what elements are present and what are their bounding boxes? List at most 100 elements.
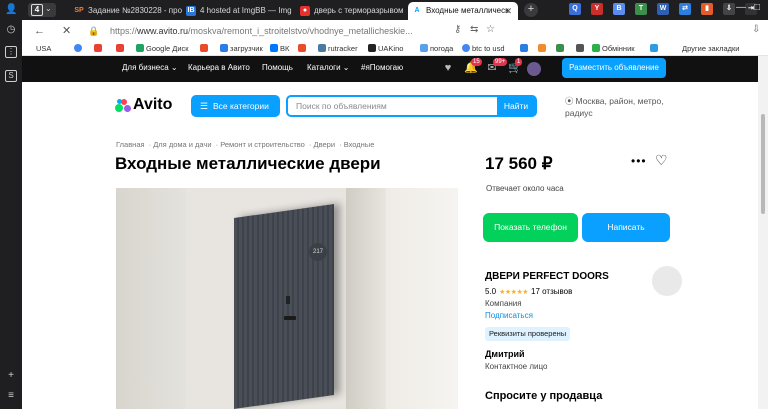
tab-avito-active[interactable]: A Входные металлическ ✕	[408, 2, 518, 20]
seller-name[interactable]: ДВЕРИ PERFECT DOORS	[485, 271, 609, 282]
subscribe-link[interactable]: Подписаться	[485, 311, 533, 320]
nav-link-catalogs[interactable]: Каталоги ⌄	[307, 63, 350, 72]
drive-icon	[136, 44, 144, 52]
page-title: Входные металлические двери	[115, 154, 381, 173]
extension-icon[interactable]: B	[613, 3, 625, 15]
seller-avatar[interactable]	[652, 266, 682, 296]
bookmark-7[interactable]	[298, 43, 308, 55]
apps-icon[interactable]: ⋮	[5, 46, 17, 58]
notifications-icon[interactable]: 🔔 15	[464, 58, 482, 74]
bookmark-3[interactable]	[116, 43, 126, 55]
nav-link-business[interactable]: Для бизнеса ⌄	[122, 63, 178, 72]
bookmark-exchanger[interactable]: Обмінник	[592, 43, 635, 55]
breadcrumb-item[interactable]: Для дома и дачи	[153, 140, 211, 149]
sidebar-settings-icon[interactable]: ≡	[5, 390, 17, 402]
extension-icon[interactable]: W	[657, 3, 669, 15]
avito-logo-icon	[115, 99, 131, 113]
tab-counter[interactable]: 4 ⌄	[28, 3, 56, 17]
bookmark-btc[interactable]: btc to usd	[462, 43, 505, 55]
downloads-icon[interactable]: ⇩	[752, 24, 760, 35]
messages-icon[interactable]: ✉ 99+	[486, 58, 508, 74]
tab-door-search[interactable]: ● дверь с терморазрывом	[296, 2, 418, 20]
location-selector[interactable]: ⦿ Москва, район, метро, радиус	[565, 95, 675, 119]
extension-icon[interactable]: Q	[569, 3, 581, 15]
search-button[interactable]: Найти	[497, 97, 535, 115]
url-path: /moskva/remont_i_stroitelstvo/vhodnye_me…	[188, 26, 413, 36]
extension-icon[interactable]: T	[635, 3, 647, 15]
bookmark-vk[interactable]: ВК	[270, 43, 289, 55]
bookmark-13[interactable]	[538, 43, 548, 55]
bookmark-google-drive[interactable]: Google Диск	[136, 43, 189, 55]
bookmark-downloader[interactable]: загрузчик	[220, 43, 263, 55]
bookmark-15[interactable]	[576, 43, 586, 55]
bookmark-14[interactable]	[556, 43, 566, 55]
lock-icon[interactable]: 🔒	[88, 24, 99, 38]
write-message-button[interactable]: Написать	[582, 213, 670, 242]
bookmark-usa[interactable]: USA	[36, 43, 51, 55]
new-tab-button[interactable]: +	[524, 3, 538, 17]
sidebar-app-icon[interactable]: S	[5, 70, 17, 82]
stop-loading-icon[interactable]: ✕	[62, 24, 71, 38]
bookmark-12[interactable]	[520, 43, 530, 55]
breadcrumb-item[interactable]: Двери	[314, 140, 336, 149]
extension-icon[interactable]: ▮	[701, 3, 713, 15]
tab-strip: 4 ⌄ SP Задание №2830228 - про IB 4 hoste…	[22, 0, 768, 20]
listing-photo[interactable]: 217	[116, 188, 458, 409]
chevron-down-icon: ⌄	[45, 4, 52, 13]
translate-icon[interactable]: ⇆	[470, 24, 478, 35]
post-ad-button[interactable]: Разместить объявление	[562, 58, 666, 78]
nav-link-help-campaign[interactable]: #яПомогаю	[361, 63, 403, 72]
bookmark-label: UAKino	[378, 44, 404, 53]
bookmark-google[interactable]	[74, 43, 84, 55]
bookmark-icon[interactable]: ☆	[486, 24, 495, 35]
all-categories-button[interactable]: ☰ Все категории	[191, 95, 280, 117]
seller-rating[interactable]: 5.0 ★★★★★ 17 отзывов	[485, 287, 572, 296]
address-bar: ← ✕ 🔒 https://www.avito.ru/moskva/remont…	[22, 20, 768, 42]
bookmark-2[interactable]	[94, 43, 104, 55]
breadcrumb-item[interactable]: Входные	[344, 140, 375, 149]
bookmark-label: Обмінник	[602, 44, 635, 53]
extension-icon[interactable]: ⇄	[679, 3, 691, 15]
history-icon[interactable]: ◷	[5, 24, 17, 36]
bookmark-17[interactable]	[650, 43, 660, 55]
bookmark-5[interactable]	[200, 43, 210, 55]
scrollbar[interactable]	[758, 56, 768, 409]
reviews-link[interactable]: 17 отзывов	[531, 287, 572, 296]
avatar[interactable]	[527, 62, 541, 76]
logo-text: Avito	[133, 96, 173, 113]
url-field[interactable]: https://www.avito.ru/moskva/remont_i_str…	[110, 24, 413, 38]
search-input[interactable]	[288, 97, 500, 115]
extension-icon[interactable]: Y	[591, 3, 603, 15]
profile-icon[interactable]: 👤	[5, 4, 17, 16]
more-options-icon[interactable]: •••	[631, 154, 647, 168]
show-phone-button[interactable]: Показать телефон	[483, 213, 578, 242]
breadcrumb-item[interactable]: Главная	[116, 140, 145, 149]
site-icon	[200, 44, 208, 52]
minimize-icon[interactable]: —	[736, 2, 746, 13]
bookmark-weather[interactable]: погода	[420, 43, 453, 55]
breadcrumb-item[interactable]: Ремонт и строительство	[220, 140, 305, 149]
site-icon	[576, 44, 584, 52]
add-icon[interactable]: +	[5, 370, 17, 382]
bookmark-uakino[interactable]: UAKino	[368, 43, 403, 55]
bookmark-rutracker[interactable]: rutracker	[318, 43, 358, 55]
star-icons: ★★★★★	[499, 289, 529, 296]
tab-label: дверь с терморазрывом	[314, 6, 404, 15]
nav-link-career[interactable]: Карьера в Авито	[188, 63, 250, 72]
extension-icon[interactable]: ⇩	[723, 3, 735, 15]
location-label: Москва, район, метро, радиус	[565, 96, 664, 118]
bookmark-other[interactable]: Другие закладки	[682, 43, 739, 55]
tab-imgbb[interactable]: IB 4 hosted at ImgBB — Img	[182, 2, 306, 20]
cart-icon[interactable]: 🛒 1	[508, 58, 523, 74]
back-icon[interactable]: ←	[34, 24, 45, 38]
messages-badge: 99+	[493, 58, 508, 66]
scrollbar-thumb[interactable]	[761, 114, 765, 214]
nav-link-help[interactable]: Помощь	[262, 63, 293, 72]
favorite-heart-icon[interactable]: ♡	[655, 152, 668, 169]
favorites-icon[interactable]: ♥	[442, 62, 454, 74]
close-tab-icon[interactable]: ✕	[504, 2, 512, 20]
key-icon[interactable]: ⚷	[454, 24, 461, 35]
maximize-icon[interactable]: □	[754, 2, 760, 13]
tab-count: 4	[31, 4, 43, 16]
tab-task[interactable]: SP Задание №2830228 - про	[70, 2, 200, 20]
